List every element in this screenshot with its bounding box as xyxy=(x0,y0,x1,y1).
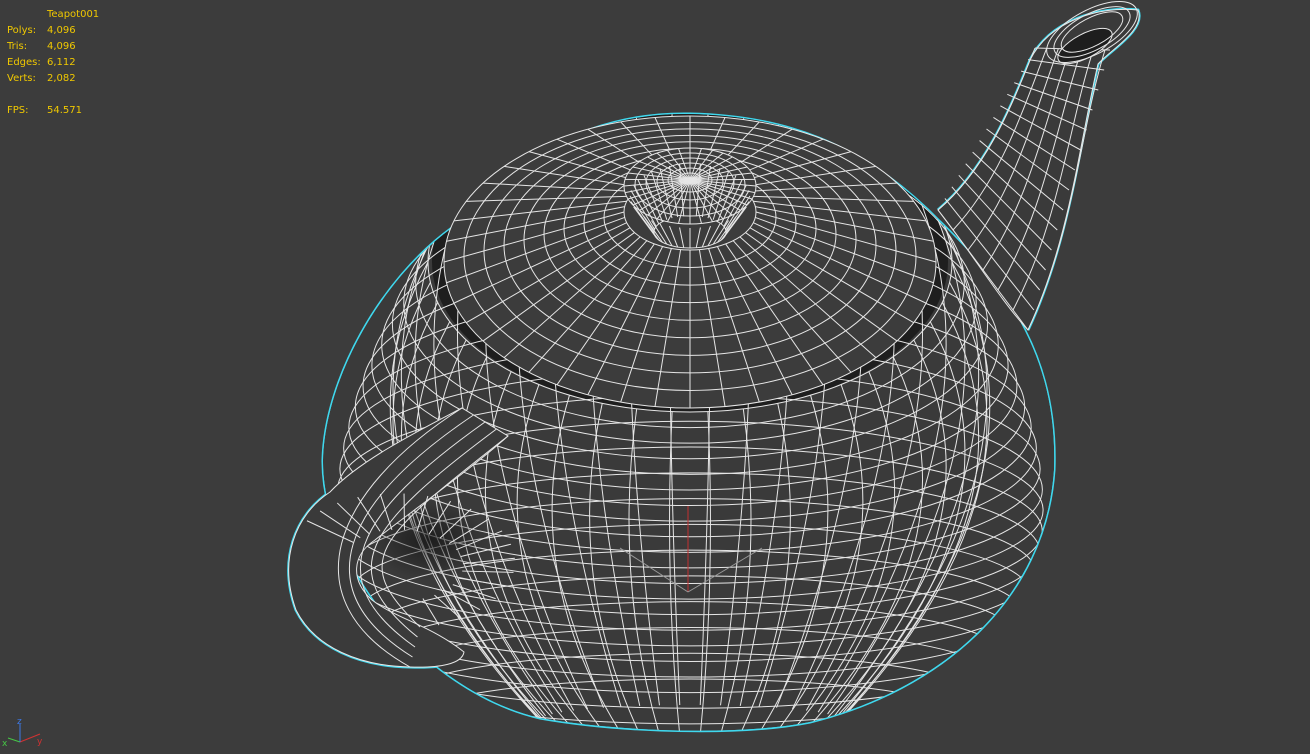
knob-spoke xyxy=(624,178,691,181)
teapot-lid-wireframe xyxy=(443,115,937,409)
axis-tripod-icon: x y z xyxy=(2,718,43,749)
perspective-viewport[interactable]: Teapot001 Polys: 4,096 Tris: 4,096 Edges… xyxy=(0,0,1310,754)
axis-z-label: z xyxy=(17,718,22,727)
axis-x-label: x xyxy=(2,739,8,749)
teapot-scene[interactable] xyxy=(0,0,1310,754)
knob-spoke xyxy=(689,178,756,181)
axis-y-label: y xyxy=(37,737,43,747)
